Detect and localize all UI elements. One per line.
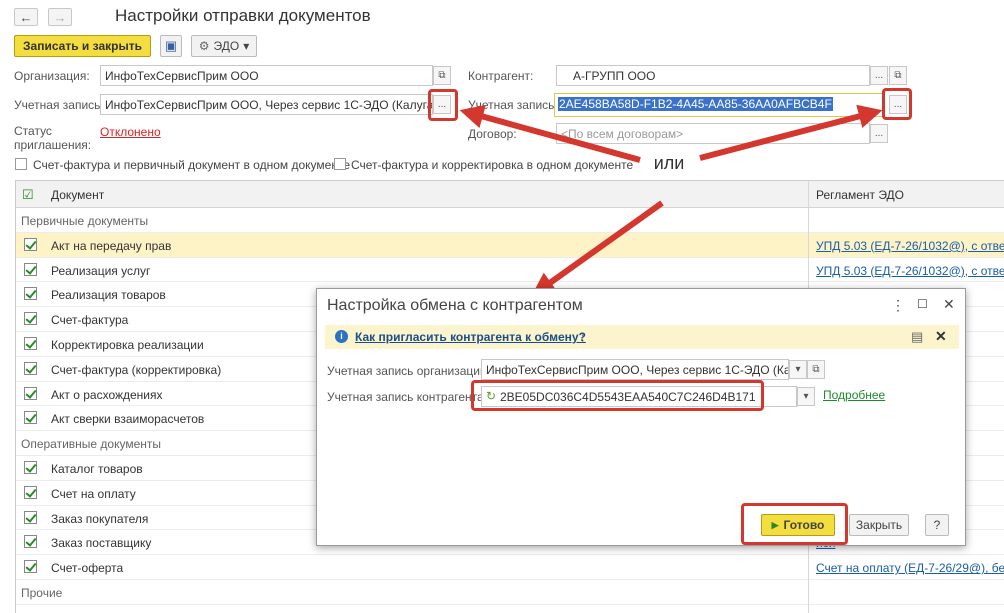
dialog-cp-account-dropdown[interactable]: ▾	[797, 387, 815, 406]
dialog-org-account-label: Учетная запись организации:	[327, 364, 490, 378]
document-icon[interactable]: ▤	[911, 329, 923, 345]
highlight-cp-account-field	[471, 380, 764, 411]
exchange-settings-dialog: Настройка обмена с контрагентом ⋮ ☐ ✕ i …	[316, 288, 966, 546]
dialog-org-account-field[interactable]: ИнфоТехСервисПрим ООО, Через сервис 1С-Э…	[481, 359, 789, 380]
dialog-title: Настройка обмена с контрагентом	[327, 297, 583, 314]
maximize-icon[interactable]: ☐	[917, 297, 928, 311]
arrow-to-right-button	[699, 104, 883, 161]
arrow-to-dialog	[531, 200, 664, 297]
info-icon: i	[335, 330, 348, 343]
highlight-done-button	[741, 503, 848, 545]
dialog-close-icon[interactable]: ✕	[943, 296, 955, 313]
help-button[interactable]: ?	[925, 514, 949, 536]
chevron-down-icon: ▾	[795, 364, 801, 375]
dialog-menu-icon[interactable]: ⋮	[891, 297, 905, 314]
dialog-org-account-dropdown[interactable]: ▾	[789, 360, 807, 379]
arrow-to-left-button	[459, 104, 641, 163]
dialog-close-button[interactable]: Закрыть	[849, 514, 909, 536]
open-icon: ⧉	[812, 364, 820, 375]
invite-help-link[interactable]: Как пригласить контрагента к обмену?	[355, 330, 586, 344]
info-bar: i Как пригласить контрагента к обмену? ;…	[325, 325, 959, 349]
dialog-cp-account-label: Учетная запись контрагента:	[327, 390, 488, 404]
invite-help-suffix: ;	[581, 330, 585, 344]
chevron-down-icon: ▾	[803, 391, 809, 402]
more-details-link[interactable]: Подробнее	[823, 388, 885, 402]
info-close-icon[interactable]: ✕	[935, 328, 947, 345]
dialog-org-account-open[interactable]: ⧉	[807, 360, 825, 379]
